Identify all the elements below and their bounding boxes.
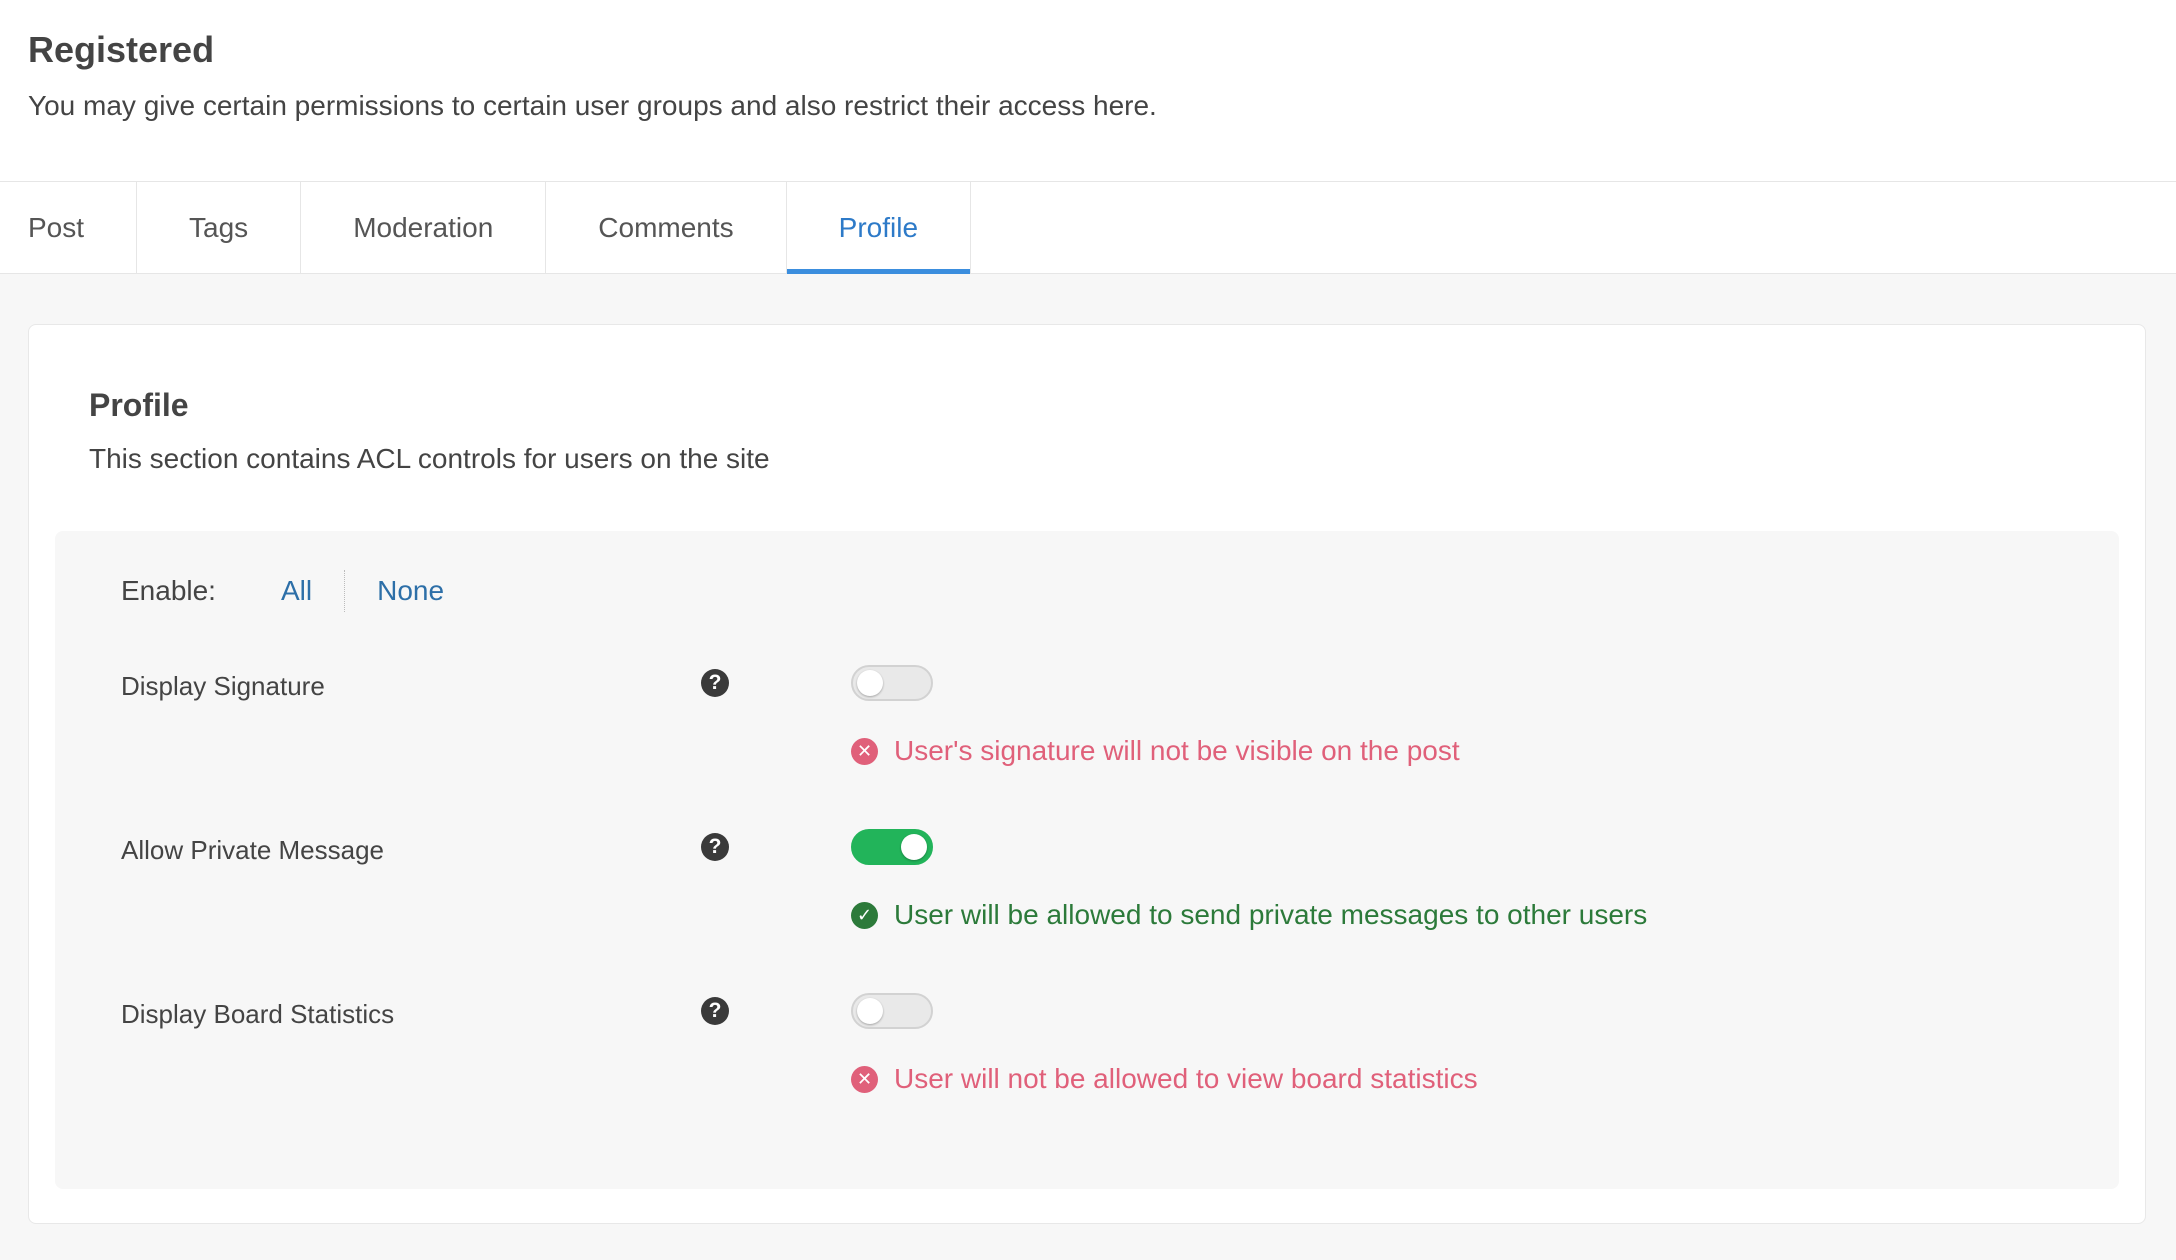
tab-comments[interactable]: Comments [546,182,787,273]
display-board-statistics-toggle[interactable] [851,993,933,1029]
enable-none-link[interactable]: None [345,575,476,607]
status-text: User will be allowed to send private mes… [894,899,1648,930]
section-header: Profile This section contains ACL contro… [55,385,2119,477]
permission-allow-private-message: Allow Private Message ? ✓ User will be a… [121,829,2053,943]
permission-status-message: ✕ User will not be allowed to view board… [851,1063,1478,1095]
check-circle-icon: ✓ [851,901,878,929]
permission-label: Display Signature [121,671,325,701]
enable-all-link[interactable]: All [281,575,344,607]
question-circle-icon[interactable]: ? [701,997,729,1025]
permission-display-signature: Display Signature ? ✕ User's signature w… [121,665,2053,779]
enable-row: Enable: All None [121,567,2053,615]
tab-content: Profile This section contains ACL contro… [0,274,2176,1224]
permission-status-message: ✕ User's signature will not be visible o… [851,735,1460,767]
enable-label: Enable: [121,575,216,606]
section-description: This section contains ACL controls for u… [89,443,770,474]
status-text: User's signature will not be visible on … [894,735,1460,766]
toggle-knob [857,998,883,1024]
tab-profile[interactable]: Profile [786,182,972,274]
toggle-knob [901,834,927,860]
permission-display-board-statistics: Display Board Statistics ? ✕ User will n… [121,993,2053,1107]
section-title: Profile [89,387,189,423]
profile-card: Profile This section contains ACL contro… [28,324,2146,1224]
page-title: Registered [28,29,215,70]
question-circle-icon[interactable]: ? [701,669,729,697]
toggle-knob [857,670,883,696]
permission-label: Display Board Statistics [121,999,395,1029]
permissions-panel: Enable: All None Display Signature ? ✕ U… [55,531,2119,1189]
status-text: User will not be allowed to view board s… [894,1063,1478,1094]
question-circle-icon[interactable]: ? [701,833,729,861]
tab-bar: Post Tags Moderation Comments Profile [0,181,2176,274]
x-circle-icon: ✕ [851,737,878,765]
tab-moderation[interactable]: Moderation [301,182,547,273]
tab-post[interactable]: Post [0,182,138,273]
page-description: You may give certain permissions to cert… [28,90,1157,121]
tab-tags[interactable]: Tags [137,182,302,273]
x-circle-icon: ✕ [851,1065,878,1093]
page-header: Registered You may give certain permissi… [0,0,2176,181]
display-signature-toggle[interactable] [851,665,933,701]
allow-private-message-toggle[interactable] [851,829,933,865]
permission-label: Allow Private Message [121,835,384,865]
permission-status-message: ✓ User will be allowed to send private m… [851,899,1647,931]
